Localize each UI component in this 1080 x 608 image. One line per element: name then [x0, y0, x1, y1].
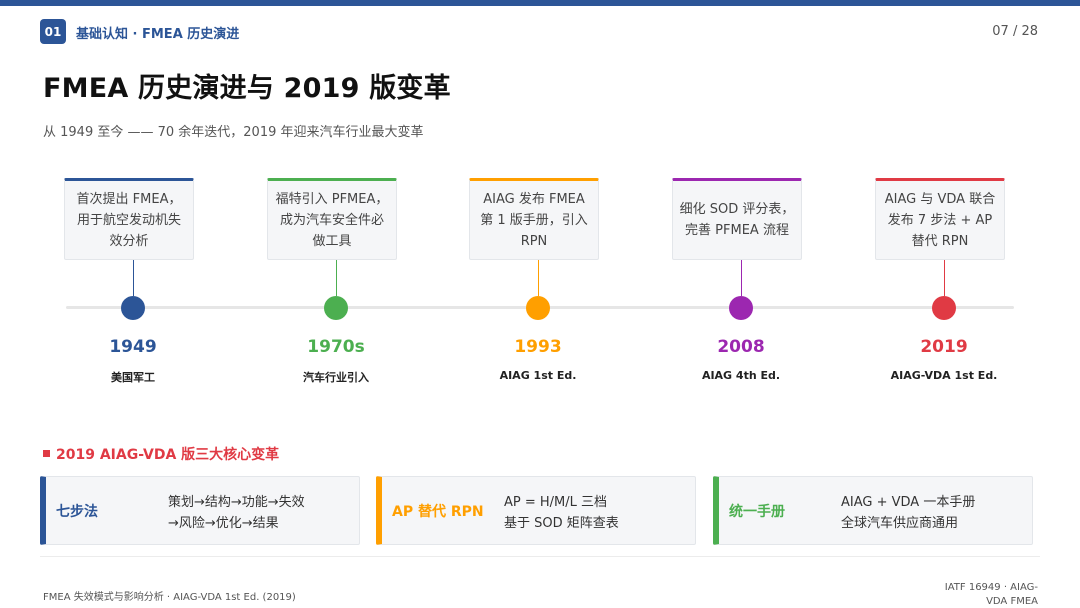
change-description: AIAG + VDA 一本手册 全球汽车供应商通用 — [841, 492, 975, 534]
change-description: AP = H/M/L 三档 基于 SOD 矩阵查表 — [504, 492, 619, 534]
timeline-card: 福特引入 PFMEA，成为汽车安全件必做工具 — [267, 178, 397, 260]
timeline-year: 2019 — [920, 337, 968, 357]
timeline-dot — [324, 296, 348, 320]
timeline-connector — [741, 260, 742, 296]
timeline-label: AIAG 1st Ed. — [499, 369, 577, 382]
timeline-label: 美国军工 — [111, 371, 155, 384]
changes-heading-text: 2019 AIAG-VDA 版三大核心变革 — [56, 447, 280, 463]
change-description-line: →风险→优化→结果 — [168, 516, 279, 531]
section-title: 基础认知 · FMEA 历史演进 — [76, 27, 240, 42]
section-number-badge: 01 — [40, 19, 66, 44]
timeline-year: 2008 — [717, 337, 765, 357]
timeline-year: 1993 — [514, 337, 562, 357]
timeline-year: 1970s — [307, 337, 365, 357]
timeline-dot — [729, 296, 753, 320]
footer-divider — [40, 556, 1040, 557]
timeline-card: 细化 SOD 评分表，完善 PFMEA 流程 — [672, 178, 802, 260]
change-description-line: 全球汽车供应商通用 — [841, 516, 959, 531]
timeline-connector — [538, 260, 539, 296]
timeline-label: AIAG 4th Ed. — [701, 369, 781, 382]
change-card: AP 替代 RPN AP = H/M/L 三档 基于 SOD 矩阵查表 — [376, 476, 696, 545]
footer-left: FMEA 失效模式与影响分析 · AIAG-VDA 1st Ed. (2019) — [43, 592, 296, 603]
change-name: AP 替代 RPN — [392, 503, 484, 520]
change-card: 七步法 策划→结构→功能→失效 →风险→优化→结果 — [40, 476, 360, 545]
timeline-label: 汽车行业引入 — [303, 371, 369, 384]
slide-title: FMEA 历史演进与 2019 版变革 — [43, 73, 451, 104]
change-description-line: 策划→结构→功能→失效 — [168, 495, 305, 510]
slide-subtitle: 从 1949 至今 —— 70 余年迭代，2019 年迎来汽车行业最大变革 — [43, 125, 424, 140]
footer-right: IATF 16949 · AIAG-VDA FMEA — [944, 582, 1038, 607]
change-card: 统一手册 AIAG + VDA 一本手册 全球汽车供应商通用 — [713, 476, 1033, 545]
change-name: 七步法 — [56, 503, 98, 520]
timeline-year: 1949 — [109, 337, 157, 357]
timeline-dot — [932, 296, 956, 320]
change-description-line: AIAG + VDA 一本手册 — [841, 495, 976, 510]
change-description: 策划→结构→功能→失效 →风险→优化→结果 — [168, 492, 305, 534]
timeline-dot — [526, 296, 550, 320]
timeline-connector — [133, 260, 134, 296]
timeline-card: AIAG 发布 FMEA 第 1 版手册，引入 RPN — [469, 178, 599, 260]
timeline-card: 首次提出 FMEA，用于航空发动机失效分析 — [64, 178, 194, 260]
change-name: 统一手册 — [729, 503, 785, 520]
timeline-dot — [121, 296, 145, 320]
change-description-line: AP = H/M/L 三档 — [504, 495, 608, 510]
page-indicator: 07 / 28 — [992, 24, 1038, 39]
changes-heading: 2019 AIAG-VDA 版三大核心变革 — [43, 444, 279, 464]
timeline-connector — [944, 260, 945, 296]
top-accent-bar — [0, 0, 1080, 6]
timeline-label: AIAG-VDA 1st Ed. — [890, 369, 998, 382]
heading-square-icon — [43, 450, 50, 457]
timeline-connector — [336, 260, 337, 296]
timeline-card: AIAG 与 VDA 联合发布 7 步法 + AP 替代 RPN — [875, 178, 1005, 260]
change-description-line: 基于 SOD 矩阵查表 — [504, 516, 619, 531]
